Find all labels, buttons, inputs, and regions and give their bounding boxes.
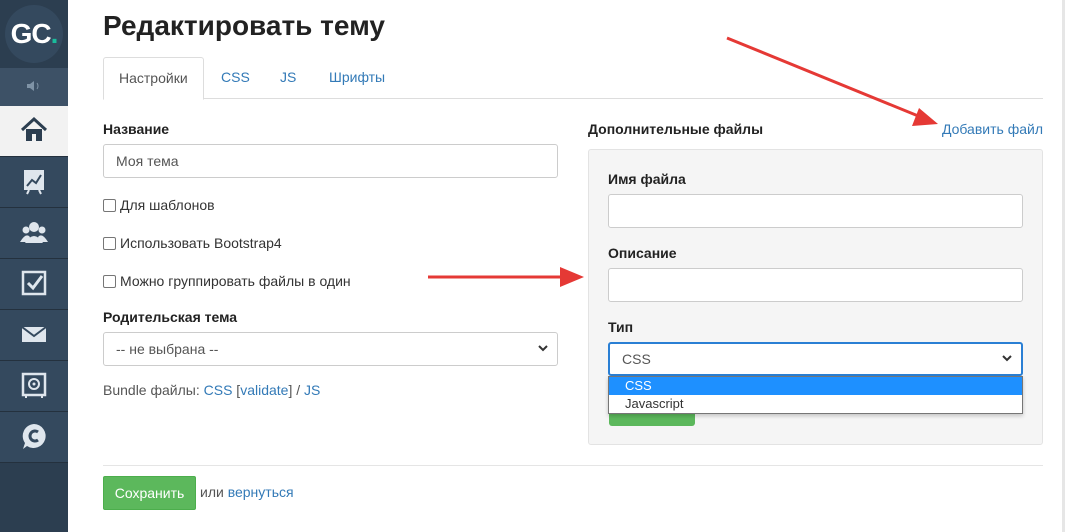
name-label: Название — [103, 121, 170, 137]
bootstrap-checkbox-label: Использовать Bootstrap4 — [120, 235, 282, 251]
checkbox-icon — [19, 268, 49, 301]
sidebar-item-users[interactable] — [0, 208, 68, 259]
sidebar-item-reports[interactable] — [0, 157, 68, 208]
chevron-down-icon — [537, 333, 549, 377]
sidebar-collapse-toggle[interactable] — [0, 68, 68, 106]
bundle-prefix: Bundle файлы: — [103, 382, 204, 398]
sidebar-item-messages[interactable] — [0, 310, 68, 361]
speaker-icon — [25, 79, 43, 95]
add-file-link[interactable]: Добавить файл — [942, 121, 1043, 137]
users-icon — [19, 217, 49, 250]
arrow-to-extra-panel — [428, 267, 584, 287]
bundle-js-link[interactable]: JS — [304, 382, 320, 398]
type-option-javascript[interactable]: Javascript — [609, 395, 1022, 413]
or-back-text: или вернуться — [200, 484, 294, 500]
bootstrap-checkbox[interactable] — [103, 236, 116, 250]
tab-settings[interactable]: Настройки — [103, 57, 204, 100]
templates-checkbox[interactable] — [103, 198, 116, 212]
bundle-close-bracket: ] / — [288, 382, 305, 398]
name-input[interactable]: Моя тема — [103, 144, 558, 178]
filename-input[interactable] — [608, 194, 1023, 228]
chart-icon — [19, 166, 49, 199]
page-title: Редактировать тему — [103, 10, 385, 41]
tab-js[interactable]: JS — [265, 57, 311, 99]
type-dropdown-list[interactable]: CSS Javascript — [608, 376, 1023, 414]
chat-c-icon — [19, 421, 49, 454]
tab-fonts[interactable]: Шрифты — [314, 57, 400, 99]
filename-label: Имя файла — [608, 171, 686, 187]
parent-theme-value: -- не выбрана -- — [116, 341, 219, 357]
templates-checkbox-label: Для шаблонов — [120, 197, 215, 213]
save-button[interactable]: Сохранить — [103, 476, 196, 510]
bundle-validate-link[interactable]: validate — [240, 382, 288, 398]
parent-theme-select[interactable]: -- не выбрана -- — [103, 332, 558, 366]
group-files-checkbox-label: Можно группировать файлы в один — [120, 273, 351, 289]
sidebar-item-chat[interactable] — [0, 412, 68, 463]
type-option-css[interactable]: CSS — [609, 377, 1022, 395]
tab-bar: Настройки CSS JS Шрифты — [103, 57, 1043, 100]
bundle-files-line: Bundle файлы: CSS [validate] / JS — [103, 382, 320, 398]
sidebar: GC. — [0, 0, 68, 532]
or-text: или — [200, 484, 228, 500]
mail-icon — [19, 319, 49, 352]
home-icon — [19, 115, 49, 148]
sidebar-item-sales[interactable] — [0, 361, 68, 412]
logo-mark: GC. — [5, 5, 63, 63]
type-label: Тип — [608, 319, 634, 335]
extra-files-label: Дополнительные файлы — [588, 121, 764, 137]
sidebar-item-home[interactable] — [0, 106, 68, 157]
back-link[interactable]: вернуться — [228, 484, 294, 500]
tab-css[interactable]: CSS — [206, 57, 265, 99]
templates-checkbox-row[interactable]: Для шаблонов — [103, 197, 215, 213]
bundle-css-link[interactable]: CSS — [204, 382, 233, 398]
logo[interactable]: GC. — [0, 0, 68, 68]
description-label: Описание — [608, 245, 677, 261]
sidebar-item-tasks[interactable] — [0, 259, 68, 310]
group-files-checkbox-row[interactable]: Можно группировать файлы в один — [103, 273, 351, 289]
parent-theme-label: Родительская тема — [103, 309, 238, 325]
type-select[interactable]: CSS — [608, 342, 1023, 376]
group-files-checkbox[interactable] — [103, 274, 116, 288]
footer-divider — [103, 465, 1043, 466]
safe-icon — [19, 370, 49, 403]
description-input[interactable] — [608, 268, 1023, 302]
bootstrap-checkbox-row[interactable]: Использовать Bootstrap4 — [103, 235, 282, 251]
type-value: CSS — [622, 351, 651, 367]
